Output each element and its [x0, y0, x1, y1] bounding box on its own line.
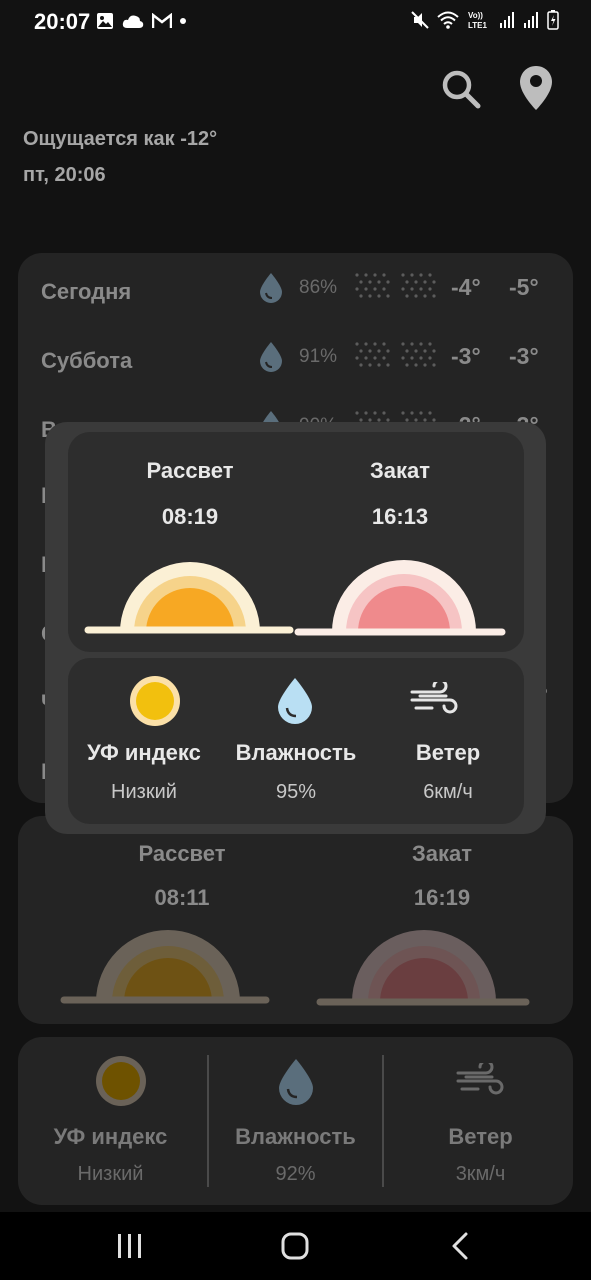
wind-icon	[456, 1063, 504, 1095]
humidity-drop-icon	[278, 678, 312, 724]
forecast-row[interactable]: Сегодня 86% -4° -5°	[18, 257, 573, 317]
back-icon[interactable]	[440, 1228, 480, 1264]
humidity-label: Влажность	[235, 1124, 356, 1149]
svg-text:LTE1: LTE1	[468, 21, 488, 30]
uv-sun-icon	[130, 676, 180, 726]
volte-icon: Vo))LTE1	[468, 11, 488, 30]
forecast-low: -5°	[509, 274, 539, 300]
dialog-uv-stat: УФ индекс Низкий	[68, 658, 220, 824]
sunset-time: 16:19	[413, 885, 471, 910]
humidity-drop-icon	[260, 342, 282, 372]
dialog-uv-label: УФ индекс	[87, 740, 201, 765]
wind-value: 3км/ч	[455, 1163, 506, 1185]
battery-icon	[547, 10, 559, 30]
dialog-uv-value: Низкий	[111, 781, 177, 803]
sunrise-graphic	[84, 562, 294, 634]
dialog-sunset-time: 16:13	[371, 504, 429, 529]
dialog-wind-value: 6км/ч	[423, 781, 473, 803]
wind-label: Ветер	[448, 1124, 513, 1149]
sun-card: Рассвет 08:11 Закат 16:19	[18, 816, 573, 1024]
feels-like-text: Ощущается как -12°	[23, 128, 218, 150]
uv-value: Низкий	[77, 1163, 144, 1185]
location-pin-icon[interactable]	[518, 64, 554, 112]
forecast-high: -4°	[451, 274, 481, 300]
forecast-row[interactable]: Суббота 91% -3° -3°	[18, 326, 573, 386]
snow-icon	[401, 273, 436, 298]
forecast-day: Сегодня	[41, 279, 132, 304]
stat-divider	[382, 1055, 384, 1187]
humidity-value: 92%	[275, 1163, 316, 1185]
status-bar: 20:07 Vo)) LTE1	[0, 0, 591, 44]
home-icon[interactable]	[275, 1228, 315, 1264]
forecast-low: -3°	[509, 343, 539, 369]
forecast-humidity: 86%	[299, 277, 338, 298]
wifi-icon	[437, 11, 459, 29]
search-icon[interactable]	[440, 68, 482, 110]
dialog-sunrise-label: Рассвет	[146, 458, 234, 483]
humidity-stat: Влажность 92%	[203, 1037, 388, 1205]
sunrise-graphic	[60, 930, 270, 1004]
dialog-wind-label: Ветер	[415, 740, 481, 765]
stats-card: УФ индекс Низкий Влажность 92% Ветер 3км…	[18, 1037, 573, 1205]
sunrise-label: Рассвет	[138, 841, 226, 866]
status-right-icons: Vo)) LTE1	[411, 10, 559, 30]
humidity-drop-icon	[260, 273, 282, 303]
snow-icon	[355, 342, 390, 367]
dialog-humidity-stat: Влажность 95%	[220, 658, 372, 824]
dialog-humidity-value: 95%	[275, 781, 317, 803]
sunset-graphic	[316, 930, 530, 1006]
details-dialog: Рассвет 08:19 Закат 16:13 УФ индекс Низк…	[45, 422, 546, 834]
dialog-sun-card: Рассвет 08:19 Закат 16:13	[68, 432, 524, 652]
forecast-day: Суббота	[41, 348, 133, 373]
uv-stat: УФ индекс Низкий	[18, 1037, 203, 1205]
status-left-icons	[96, 12, 186, 30]
recent-apps-icon[interactable]	[110, 1228, 150, 1264]
wind-icon	[410, 682, 458, 714]
forecast-humidity: 91%	[299, 346, 338, 367]
wind-stat: Ветер 3км/ч	[388, 1037, 573, 1205]
current-datetime: пт, 20:06	[23, 164, 106, 186]
humidity-drop-icon	[279, 1059, 313, 1105]
status-time: 20:07	[34, 9, 91, 34]
sunset-label: Закат	[411, 841, 473, 866]
dialog-stats-card: УФ индекс Низкий Влажность 95% Ветер 6км…	[68, 658, 524, 824]
cloud-icon	[122, 15, 144, 28]
gmail-icon	[152, 13, 172, 28]
dialog-wind-stat: Ветер 6км/ч	[372, 658, 524, 824]
notification-dot-icon	[180, 18, 186, 24]
dialog-sunset-label: Закат	[369, 458, 431, 483]
gallery-icon	[97, 13, 113, 29]
uv-label: УФ индекс	[53, 1124, 168, 1149]
svg-text:Vo)): Vo))	[468, 11, 483, 20]
snow-icon	[401, 342, 436, 367]
navigation-bar	[0, 1212, 591, 1280]
sunset-graphic	[294, 560, 506, 636]
sunrise-time: 08:11	[154, 885, 210, 910]
signal-icon	[500, 12, 514, 28]
signal-icon	[524, 12, 538, 28]
snow-icon	[355, 273, 390, 298]
forecast-high: -3°	[451, 343, 481, 369]
dialog-sunrise-time: 08:19	[161, 504, 219, 529]
dialog-humidity-label: Влажность	[235, 740, 357, 765]
mute-icon	[411, 11, 429, 29]
uv-sun-icon	[96, 1056, 146, 1106]
